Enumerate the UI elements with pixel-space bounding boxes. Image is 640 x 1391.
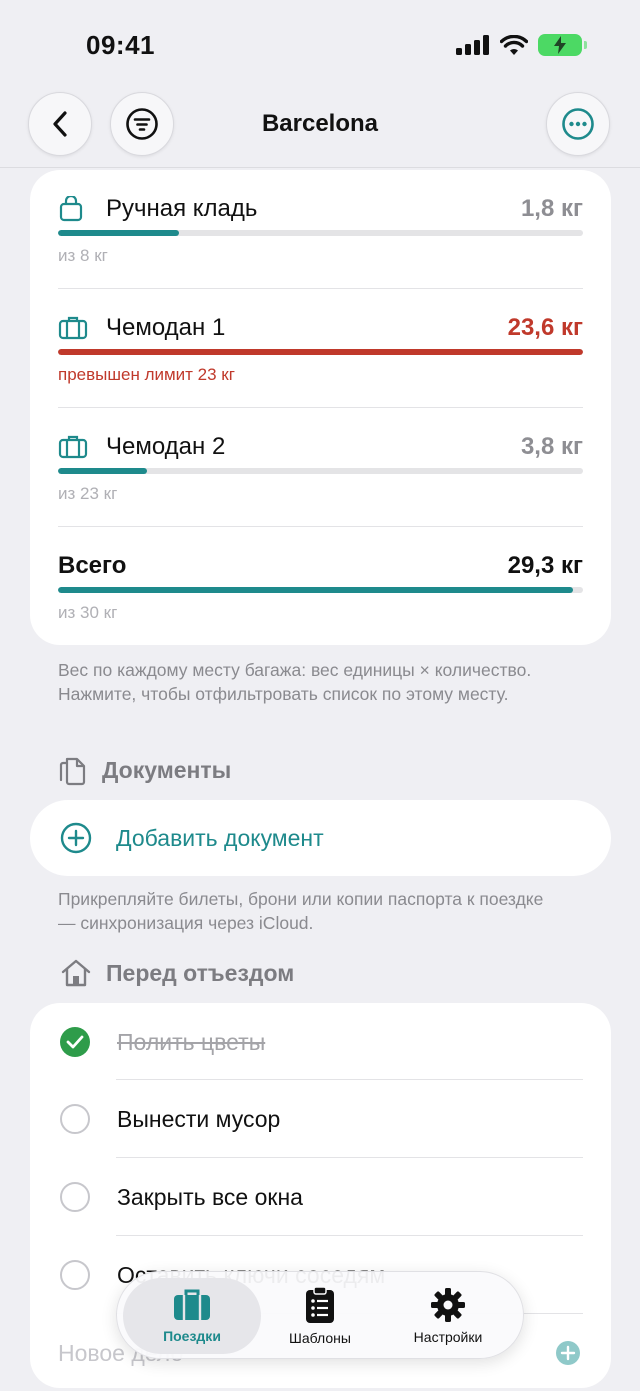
cellular-signal-icon: [456, 35, 489, 55]
tab-templates[interactable]: Шаблоны: [267, 1278, 373, 1354]
gear-icon: [431, 1288, 465, 1322]
tab-trips[interactable]: Поездки: [123, 1278, 261, 1354]
luggage-weight: 1,8 кг: [520, 195, 583, 222]
todo-item[interactable]: Закрыть все окна: [30, 1158, 611, 1236]
luggage-name: Чемодан 2: [106, 433, 226, 460]
before-departure-section-header: Перед отъездом: [60, 958, 294, 988]
add-document-button[interactable]: Добавить документ: [30, 800, 611, 876]
weight-progress-fill: [58, 230, 179, 236]
add-document-label: Добавить документ: [116, 824, 324, 851]
total-progress-fill: [58, 587, 573, 593]
wifi-icon: [500, 35, 528, 55]
plus-circle-icon: [60, 822, 92, 854]
luggage-row-suitcase-2[interactable]: Чемодан 2 3,8 кг из 23 кг: [58, 408, 583, 526]
charging-bolt-icon: [554, 36, 566, 54]
documents-footnote: Прикрепляйте билеты, брони или копии пас…: [58, 889, 544, 933]
suitcase-icon: [174, 1289, 210, 1320]
empty-circle-icon[interactable]: [60, 1104, 90, 1134]
tab-label: Шаблоны: [289, 1330, 351, 1346]
luggage-limit: из 23 кг: [58, 484, 118, 503]
luggage-footnote: Вес по каждому месту багажа: вес единицы…: [58, 660, 532, 704]
before-departure-header-label: Перед отъездом: [106, 959, 295, 986]
total-limit: из 30 кг: [58, 603, 118, 622]
documents-header-label: Документы: [102, 756, 232, 783]
weight-progress-fill: [58, 349, 583, 355]
battery-icon: [538, 34, 587, 56]
suitcase-icon: [58, 433, 90, 461]
status-time: 09:41: [86, 30, 155, 60]
luggage-row-carry-on[interactable]: Ручная кладь 1,8 кг из 8 кг: [58, 170, 583, 288]
tab-settings[interactable]: Настройки: [387, 1278, 509, 1354]
weight-progress-fill: [58, 468, 148, 474]
tab-label: Поездки: [163, 1328, 221, 1344]
tab-bar: Поездки Шаблоны Настройки: [116, 1271, 524, 1359]
empty-circle-icon[interactable]: [60, 1260, 90, 1290]
navigation-bar: Barcelona: [0, 90, 640, 168]
documents-section-header: Документы: [58, 754, 231, 786]
total-progress-bar: [58, 587, 583, 593]
page-title: Barcelona: [261, 110, 379, 137]
total-weight: 29,3 кг: [507, 552, 583, 579]
weight-progress-bar: [58, 230, 583, 236]
status-icons: [456, 34, 587, 56]
luggage-name: Чемодан 1: [106, 314, 226, 341]
luggage-weight: 3,8 кг: [520, 433, 583, 460]
house-icon: [61, 959, 91, 987]
luggage-over-limit-warning: превышен лимит 23 кг: [58, 365, 235, 384]
todo-text: Полить цветы: [117, 1028, 266, 1055]
weight-progress-bar: [58, 468, 583, 474]
luggage-limit: из 8 кг: [58, 246, 108, 265]
more-button[interactable]: [546, 92, 610, 156]
documents-icon: [59, 757, 86, 786]
total-label: Всего: [58, 552, 127, 579]
luggage-card: Ручная кладь 1,8 кг из 8 кг Чемодан 1 23…: [30, 170, 611, 645]
luggage-name: Ручная кладь: [106, 195, 258, 222]
todo-item[interactable]: Вынести мусор: [30, 1080, 611, 1158]
suitcase-icon: [58, 314, 90, 342]
add-item-icon[interactable]: [555, 1340, 581, 1366]
empty-circle-icon[interactable]: [60, 1182, 90, 1212]
weight-progress-bar: [58, 349, 583, 355]
more-icon: [562, 108, 594, 140]
luggage-row-suitcase-1[interactable]: Чемодан 1 23,6 кг превышен лимит 23 кг: [58, 289, 583, 407]
todo-text: Вынести мусор: [117, 1105, 281, 1132]
checkmark-icon[interactable]: [60, 1027, 90, 1057]
clipboard-list-icon: [306, 1286, 334, 1323]
luggage-weight: 23,6 кг: [507, 314, 583, 341]
luggage-row-total[interactable]: Всего 29,3 кг из 30 кг: [58, 527, 583, 645]
bag-icon: [58, 195, 90, 223]
todo-item[interactable]: Полить цветы: [30, 1003, 611, 1081]
todo-text: Закрыть все окна: [117, 1183, 303, 1210]
status-bar: 09:41: [0, 0, 640, 90]
tab-label: Настройки: [413, 1329, 483, 1345]
